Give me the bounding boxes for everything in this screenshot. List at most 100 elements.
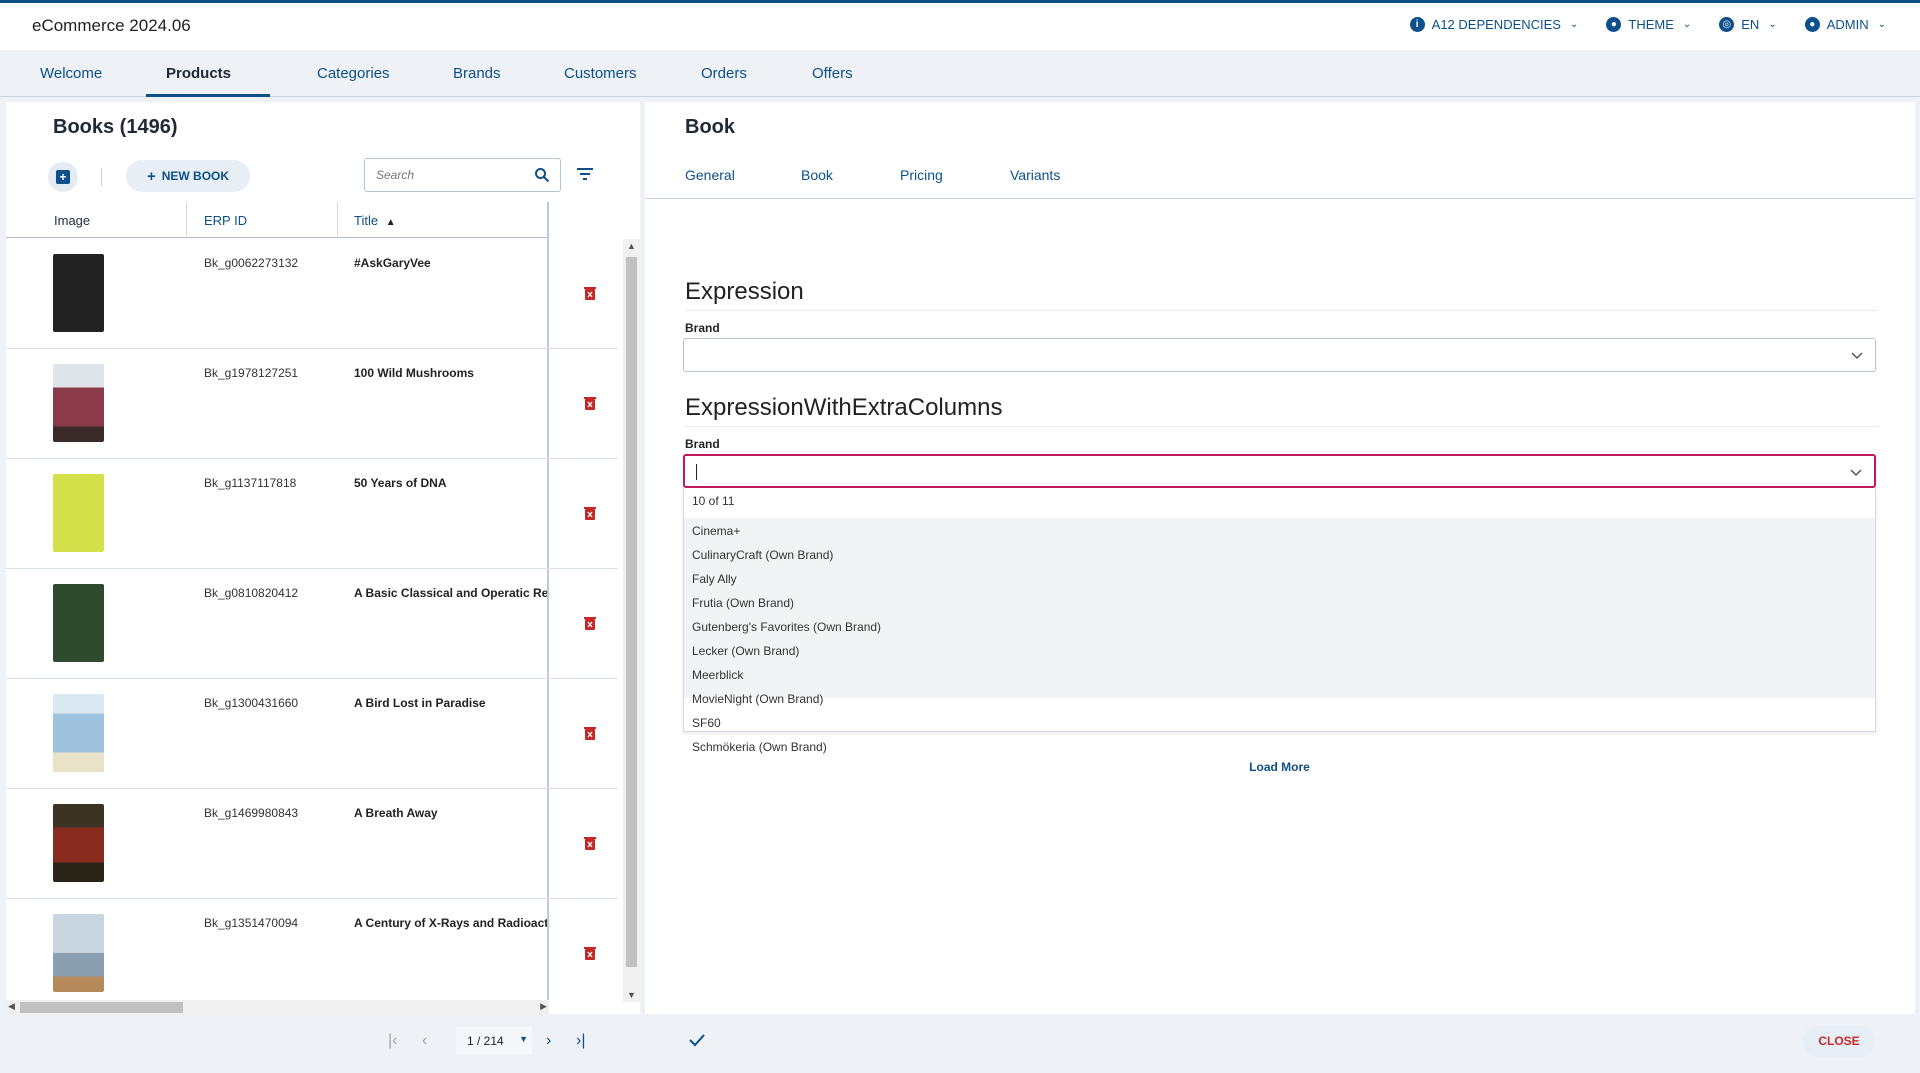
tab-book[interactable]: Book bbox=[801, 167, 833, 183]
top-actions: i A12 DEPENDENCIES ⌄ ● THEME ⌄ ◎ EN ⌄ ● … bbox=[1409, 17, 1886, 32]
language-label: EN bbox=[1741, 17, 1760, 32]
dropdown-option[interactable]: SF60 bbox=[692, 716, 721, 730]
palette-icon: ● bbox=[1606, 17, 1622, 32]
nav-products[interactable]: Products bbox=[146, 50, 270, 125]
nav-brands[interactable]: Brands bbox=[453, 50, 501, 97]
delete-icon[interactable] bbox=[584, 836, 596, 850]
book-title: 50 Years of DNA bbox=[354, 476, 447, 490]
chevron-down-icon bbox=[1850, 469, 1862, 477]
tab-general[interactable]: General bbox=[685, 167, 735, 183]
tab-pricing[interactable]: Pricing bbox=[900, 167, 943, 183]
text-cursor bbox=[696, 464, 697, 480]
search-icon[interactable] bbox=[534, 167, 550, 183]
brand-select[interactable] bbox=[683, 338, 1876, 372]
new-book-label: NEW BOOK bbox=[161, 169, 230, 183]
delete-icon[interactable] bbox=[584, 726, 596, 740]
books-list-panel: Books (1496) + + NEW BOOK Image ERP ID T… bbox=[6, 102, 640, 1015]
book-title: 100 Wild Mushrooms bbox=[354, 366, 474, 380]
globe-icon: ◎ bbox=[1719, 17, 1735, 32]
erp-id: Bk_g1137117818 bbox=[204, 476, 297, 490]
result-count: 10 of 11 bbox=[692, 494, 735, 508]
delete-icon[interactable] bbox=[584, 616, 596, 630]
nav-offers[interactable]: Offers bbox=[812, 50, 853, 97]
search-input[interactable] bbox=[376, 168, 526, 182]
table-row[interactable]: Bk_g1978127251 100 Wild Mushrooms bbox=[6, 349, 618, 459]
dropdown-option[interactable]: Frutia (Own Brand) bbox=[692, 596, 794, 610]
book-title: A Century of X-Rays and Radioact bbox=[354, 916, 547, 930]
dropdown-option[interactable]: CulinaryCraft (Own Brand) bbox=[692, 548, 833, 562]
table-row[interactable]: Bk_g1137117818 50 Years of DNA bbox=[6, 459, 618, 569]
scroll-right-icon[interactable]: ▶ bbox=[540, 1001, 547, 1012]
first-page-icon[interactable]: |‹ bbox=[388, 1032, 397, 1050]
table-row[interactable]: Bk_g1469980843 A Breath Away bbox=[6, 789, 618, 899]
user-menu[interactable]: ● ADMIN ⌄ bbox=[1804, 17, 1886, 32]
theme-label: THEME bbox=[1628, 17, 1674, 32]
language-menu[interactable]: ◎ EN ⌄ bbox=[1719, 17, 1777, 32]
brand-select-extra[interactable] bbox=[683, 454, 1876, 488]
scrollbar-thumb[interactable] bbox=[626, 257, 637, 967]
search-field[interactable] bbox=[364, 158, 561, 192]
load-more-button[interactable]: Load More bbox=[684, 760, 1875, 774]
scroll-left-icon[interactable]: ◀ bbox=[8, 1001, 15, 1012]
table-header: Image ERP ID Title ▲ bbox=[6, 202, 549, 238]
nav-categories[interactable]: Categories bbox=[317, 50, 390, 97]
book-detail-panel: Book General Book Pricing Variants Expre… bbox=[645, 102, 1915, 1014]
nav-orders[interactable]: Orders bbox=[701, 50, 747, 97]
close-button[interactable]: CLOSE bbox=[1803, 1025, 1875, 1057]
detail-tabs: General Book Pricing Variants bbox=[645, 154, 1915, 199]
table-row[interactable]: Bk_g1351470094 A Century of X-Rays and R… bbox=[6, 899, 618, 1002]
dependencies-menu[interactable]: i A12 DEPENDENCIES ⌄ bbox=[1409, 17, 1578, 32]
next-page-icon[interactable]: › bbox=[546, 1032, 551, 1050]
nav-customers[interactable]: Customers bbox=[564, 50, 637, 97]
info-icon: i bbox=[1409, 17, 1425, 32]
table-row[interactable]: Bk_g0810820412 A Basic Classical and Ope… bbox=[6, 569, 618, 679]
column-header-title-label: Title bbox=[354, 213, 379, 228]
scrollbar-thumb[interactable] bbox=[20, 1002, 183, 1013]
book-cover-image bbox=[53, 804, 104, 882]
book-title: A Basic Classical and Operatic Rec bbox=[354, 586, 547, 600]
chevron-down-icon: ⌄ bbox=[1768, 19, 1777, 30]
scroll-up-icon[interactable]: ▲ bbox=[627, 241, 636, 251]
table-row[interactable]: Bk_g1300431660 A Bird Lost in Paradise bbox=[6, 679, 618, 789]
dropdown-option[interactable]: Meerblick bbox=[692, 668, 743, 682]
chevron-down-icon: ⌄ bbox=[1682, 19, 1692, 30]
book-title: #AskGaryVee bbox=[354, 256, 431, 270]
scroll-down-icon[interactable]: ▼ bbox=[627, 990, 636, 1000]
horizontal-scrollbar[interactable]: ◀ ▶ bbox=[6, 1000, 549, 1015]
new-book-button[interactable]: + NEW BOOK bbox=[126, 160, 250, 192]
erp-id: Bk_g0810820412 bbox=[204, 586, 299, 600]
filter-icon[interactable] bbox=[576, 166, 594, 182]
brand-label: Brand bbox=[685, 321, 720, 335]
dropdown-option[interactable]: Gutenberg's Favorites (Own Brand) bbox=[692, 620, 881, 634]
caret-down-icon: ▼ bbox=[519, 1034, 528, 1044]
delete-icon[interactable] bbox=[584, 286, 596, 300]
delete-icon[interactable] bbox=[584, 946, 596, 960]
table-row[interactable]: Bk_g0062273132 #AskGaryVee bbox=[6, 239, 618, 349]
delete-icon[interactable] bbox=[584, 506, 596, 520]
pagination: |‹ ‹ 1 / 214 ▼ › ›| bbox=[384, 1026, 594, 1056]
erp-id: Bk_g1978127251 bbox=[204, 366, 299, 380]
column-header-erp[interactable]: ERP ID bbox=[204, 213, 247, 228]
page-title: Books (1496) bbox=[53, 116, 178, 138]
dropdown-option[interactable]: Lecker (Own Brand) bbox=[692, 644, 799, 658]
last-page-icon[interactable]: ›| bbox=[576, 1032, 585, 1050]
previous-page-icon[interactable]: ‹ bbox=[422, 1032, 427, 1050]
dropdown-option[interactable]: Faly Ally bbox=[692, 572, 737, 586]
bulk-add-button[interactable]: + bbox=[48, 162, 78, 192]
vertical-scrollbar[interactable]: ▲ ▼ bbox=[623, 239, 640, 1002]
column-header-title[interactable]: Title ▲ bbox=[354, 213, 396, 228]
dropdown-option[interactable]: Cinema+ bbox=[692, 524, 740, 538]
delete-icon[interactable] bbox=[584, 396, 596, 410]
tab-variants[interactable]: Variants bbox=[1010, 167, 1060, 183]
column-divider bbox=[337, 202, 338, 238]
dropdown-option[interactable]: MovieNight (Own Brand) bbox=[692, 692, 823, 706]
app-title: eCommerce 2024.06 bbox=[32, 16, 191, 35]
section-heading-expression-extra: ExpressionWithExtraColumns bbox=[685, 394, 1003, 421]
plus-icon: + bbox=[146, 167, 156, 185]
nav-welcome[interactable]: Welcome bbox=[40, 50, 102, 97]
check-icon[interactable] bbox=[689, 1033, 705, 1047]
chevron-down-icon bbox=[1851, 352, 1863, 360]
dropdown-option[interactable]: Schmökeria (Own Brand) bbox=[692, 740, 827, 754]
theme-menu[interactable]: ● THEME ⌄ bbox=[1606, 17, 1691, 32]
page-select[interactable]: 1 / 214 ▼ bbox=[456, 1027, 532, 1055]
